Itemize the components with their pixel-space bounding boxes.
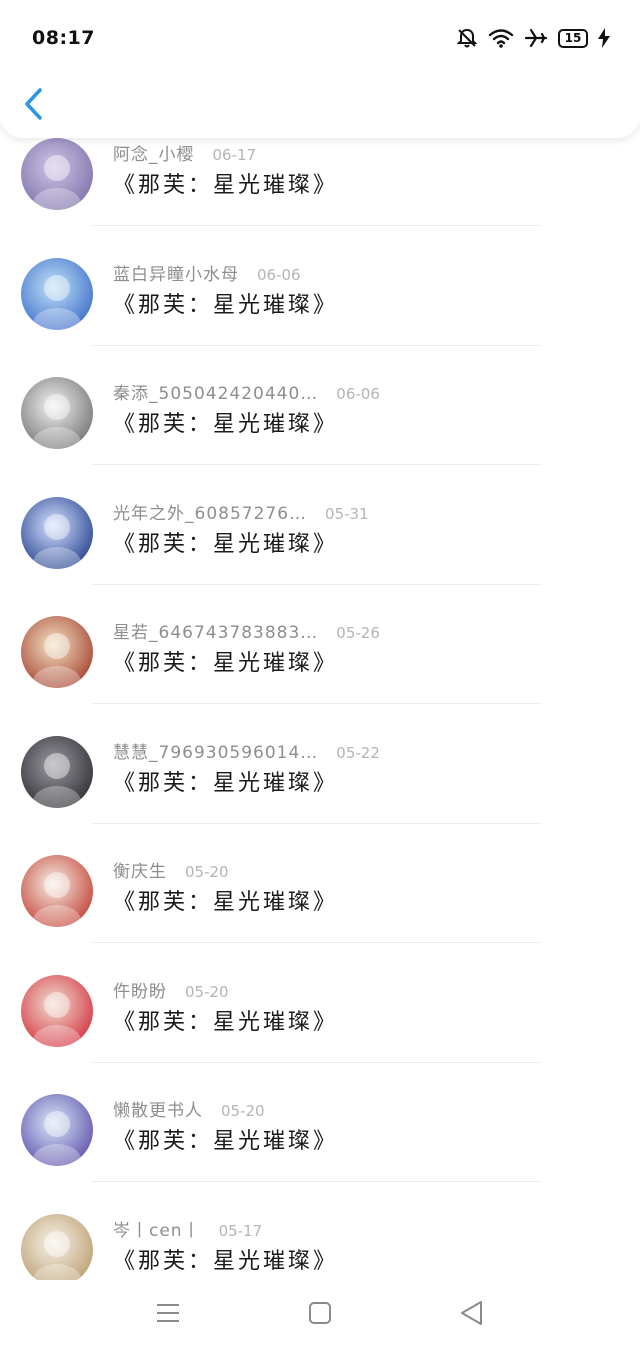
comment-row[interactable]: 光年之外_60857276… 05-31 《那芙：星光璀璨》	[0, 486, 640, 605]
comment-row[interactable]: 衡庆生 05-20 《那芙：星光璀璨》	[0, 844, 640, 963]
avatar[interactable]	[21, 855, 93, 927]
comment-meta: 衡庆生 05-20	[113, 857, 229, 882]
comment-row[interactable]: 秦添_505042420440… 06-06 《那芙：星光璀璨》	[0, 366, 640, 485]
charging-bolt-icon	[598, 28, 610, 48]
username[interactable]: 蓝白异瞳小水母	[113, 260, 239, 285]
avatar[interactable]	[21, 974, 93, 1047]
comment-meta: 慧慧_796930596014… 05-22	[113, 738, 380, 763]
username[interactable]: 岑丨cen丨	[113, 1216, 201, 1241]
avatar[interactable]	[21, 377, 93, 449]
comment-date: 05-26	[336, 624, 380, 642]
home-button[interactable]	[305, 1298, 335, 1328]
battery-icon: 15	[558, 28, 588, 48]
comment-meta: 蓝白异瞳小水母 06-06	[113, 260, 301, 285]
comment-meta: 秦添_505042420440… 06-06	[113, 379, 380, 404]
username[interactable]: 仵盼盼	[113, 977, 167, 1002]
comment-row[interactable]: 慧慧_796930596014… 05-22 《那芙：星光璀璨》	[0, 725, 640, 844]
comment-meta: 懒散更书人 05-20	[113, 1096, 265, 1121]
home-square-icon	[309, 1302, 331, 1324]
comment-text: 《那芙：星光璀璨》	[113, 173, 339, 198]
row-divider	[92, 942, 542, 943]
comment-row[interactable]: 懒散更书人 05-20 《那芙：星光璀璨》	[0, 1083, 640, 1202]
avatar[interactable]	[21, 496, 93, 569]
system-nav-bar	[0, 1280, 640, 1351]
comment-text: 《那芙：星光璀璨》	[113, 531, 339, 557]
status-icons: 15	[456, 27, 610, 49]
comment-date: 05-17	[218, 1221, 263, 1240]
username[interactable]: 慧慧_796930596014…	[113, 738, 318, 763]
comment-text: 《那芙：星光璀璨》	[113, 1248, 339, 1274]
comment-date: 06-06	[336, 385, 380, 403]
row-divider	[92, 703, 542, 704]
comment-meta: 仵盼盼 05-20	[113, 977, 229, 1002]
avatar[interactable]	[21, 735, 93, 808]
comment-date: 05-20	[185, 982, 229, 1001]
status-bar: 08:17 15	[0, 0, 640, 76]
comment-date: 05-20	[185, 863, 229, 881]
comment-meta: 阿念_小樱 06-17	[113, 140, 256, 165]
avatar[interactable]	[21, 1213, 93, 1280]
avatar[interactable]	[21, 257, 93, 330]
comment-row[interactable]: 阿念_小樱 06-17 《那芙：星光璀璨》	[0, 127, 640, 246]
avatar[interactable]	[21, 616, 93, 688]
chevron-left-icon	[25, 88, 42, 120]
wifi-icon	[488, 29, 514, 48]
row-divider	[92, 464, 542, 465]
back-button[interactable]	[20, 84, 48, 124]
comment-meta: 岑丨cen丨 05-17	[113, 1216, 262, 1241]
comment-list[interactable]: 阿念_小樱 06-17 《那芙：星光璀璨》 蓝白异瞳小水母 06-06 《那芙：星光璀璨》…	[0, 0, 640, 1280]
comment-date: 05-20	[221, 1102, 265, 1120]
comment-text: 《那芙：星光璀璨》	[113, 1129, 339, 1154]
username[interactable]: 阿念_小樱	[113, 140, 195, 165]
comment-meta: 星若_646743783883… 05-26	[113, 618, 380, 643]
row-divider	[92, 583, 542, 585]
comment-row[interactable]: 岑丨cen丨 05-17 《那芙：星光璀璨》	[0, 1203, 640, 1280]
row-divider	[92, 344, 542, 346]
comment-text: 《那芙：星光璀璨》	[113, 1009, 339, 1035]
comment-text: 《那芙：星光璀璨》	[113, 292, 339, 318]
row-divider	[92, 822, 542, 824]
comment-text: 《那芙：星光璀璨》	[113, 890, 339, 915]
nav-back-button[interactable]	[457, 1298, 487, 1328]
comment-row[interactable]: 星若_646743783883… 05-26 《那芙：星光璀璨》	[0, 605, 640, 724]
avatar[interactable]	[21, 1094, 93, 1166]
row-divider	[92, 1061, 542, 1063]
airplane-icon	[524, 28, 548, 48]
comment-date: 06-06	[257, 265, 301, 284]
menu-icon	[157, 1304, 179, 1322]
comment-text: 《那芙：星光璀璨》	[113, 651, 339, 676]
comment-meta: 光年之外_60857276… 05-31	[113, 499, 369, 524]
comment-text: 《那芙：星光璀璨》	[113, 412, 339, 437]
username[interactable]: 懒散更书人	[113, 1096, 203, 1121]
comment-text: 《那芙：星光璀璨》	[113, 770, 339, 796]
username[interactable]: 星若_646743783883…	[113, 618, 318, 643]
username[interactable]: 光年之外_60857276…	[113, 499, 307, 524]
username[interactable]: 衡庆生	[113, 857, 167, 882]
username[interactable]: 秦添_505042420440…	[113, 379, 318, 404]
avatar[interactable]	[21, 138, 93, 210]
row-divider	[92, 225, 542, 226]
comment-date: 05-31	[325, 504, 369, 523]
comment-date: 05-22	[336, 743, 380, 762]
comment-row[interactable]: 仵盼盼 05-20 《那芙：星光璀璨》	[0, 964, 640, 1083]
bell-off-icon	[456, 28, 478, 48]
menu-button[interactable]	[153, 1298, 183, 1328]
comment-date: 06-17	[212, 146, 257, 164]
status-time: 08:17	[32, 27, 95, 49]
row-divider	[92, 1181, 542, 1182]
comment-row[interactable]: 蓝白异瞳小水母 06-06 《那芙：星光璀璨》	[0, 247, 640, 366]
back-triangle-icon	[461, 1301, 482, 1325]
